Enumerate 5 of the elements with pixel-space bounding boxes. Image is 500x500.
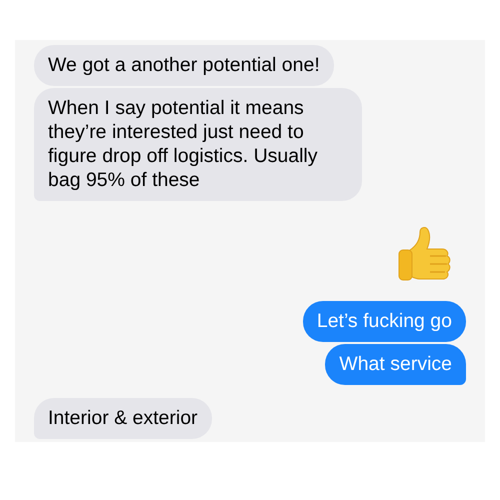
message-bubble: We got a another potential one! xyxy=(34,45,334,86)
message-bubble: Let’s fucking go xyxy=(302,301,466,342)
message-bubble: Interior & exterior xyxy=(34,398,212,439)
message-bubble: What service xyxy=(325,344,466,385)
message-bubble: When I say potential it means they’re interested just need to figure drop off logistics. Usually bag 95% of these xyxy=(34,88,362,201)
